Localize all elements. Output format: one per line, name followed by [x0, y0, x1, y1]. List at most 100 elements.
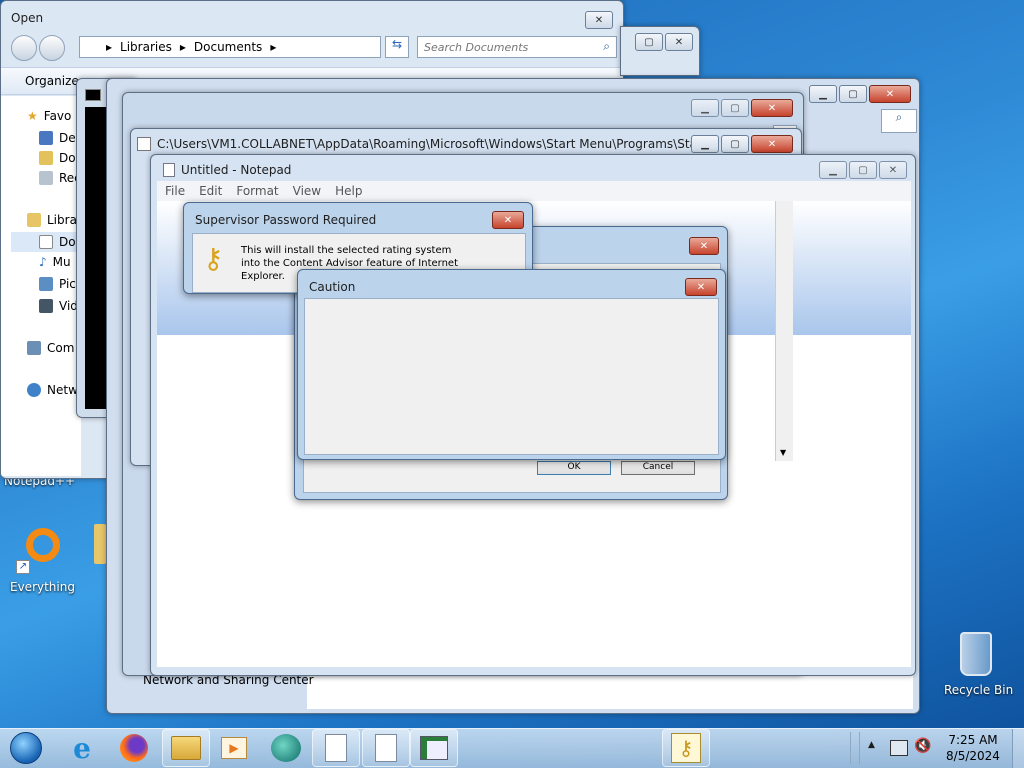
documents-icon	[39, 235, 53, 249]
close-button[interactable]: ✕	[869, 85, 911, 103]
maximize-button[interactable]: ▢	[839, 85, 867, 103]
desktop-icon	[39, 131, 53, 145]
breadcrumb-arrow: ▸	[270, 40, 277, 54]
downloads-icon	[39, 151, 53, 165]
menu-edit[interactable]: Edit	[199, 184, 222, 198]
recycle-bin-icon	[960, 632, 992, 676]
everything-label: Everything	[10, 580, 75, 594]
desktop-everything-icon[interactable]: ↗ Everything	[8, 528, 75, 598]
shortcut-arrow-icon: ↗	[16, 560, 30, 574]
dialog-title: Supervisor Password Required	[195, 213, 377, 227]
start-orb-icon	[10, 732, 42, 764]
window-title: Untitled - Notepad	[181, 163, 292, 177]
desktop-folder-icon[interactable]	[94, 524, 106, 564]
search-box[interactable]: ⌕	[881, 109, 917, 133]
close-button[interactable]: ✕	[585, 11, 613, 29]
ok-button[interactable]: OK	[537, 461, 611, 475]
taskbar-firefox[interactable]	[110, 729, 158, 767]
clock-time: 7:25 AM	[948, 733, 998, 747]
dialog-client	[304, 298, 719, 455]
menu-file[interactable]: File	[165, 184, 185, 198]
breadcrumb-arrow: ▸	[179, 40, 186, 54]
close-button[interactable]: ✕	[665, 33, 693, 51]
cancel-button[interactable]: Cancel	[621, 461, 695, 475]
taskbar-media-player[interactable]: ▶	[210, 729, 258, 767]
menu-bar: File Edit Format View Help	[157, 181, 911, 201]
volume-muted-icon[interactable]: 🔇	[914, 738, 934, 758]
close-button[interactable]: ✕	[751, 99, 793, 117]
keys-icon: ⚷	[671, 733, 701, 763]
sidebar-item-favorites[interactable]: ★ Favo	[27, 106, 71, 126]
menu-view[interactable]: View	[293, 184, 321, 198]
maximize-button[interactable]: ▢	[721, 135, 749, 153]
menu-format[interactable]: Format	[236, 184, 278, 198]
recent-icon	[39, 171, 53, 185]
organize-button[interactable]: Organize	[25, 74, 79, 88]
sidebar-item-network[interactable]: Netw	[27, 380, 78, 400]
taskbar-explorer[interactable]	[162, 729, 210, 767]
taskbar-app[interactable]	[262, 729, 310, 767]
close-button[interactable]: ✕	[879, 161, 907, 179]
notepad-icon	[325, 734, 347, 762]
search-input[interactable]	[424, 38, 594, 56]
taskbar-ie-settings[interactable]	[410, 729, 458, 767]
show-hidden-icons-button[interactable]: ▲	[868, 740, 875, 750]
sidebar-item-documents[interactable]: Do	[11, 232, 81, 252]
taskbar-notepad-1[interactable]	[312, 729, 360, 767]
close-button[interactable]: ✕	[492, 211, 524, 229]
menu-help[interactable]: Help	[335, 184, 362, 198]
minimize-button[interactable]: ▁	[691, 99, 719, 117]
minimize-button[interactable]: ▁	[819, 161, 847, 179]
star-icon: ★	[27, 109, 38, 123]
videos-icon	[39, 299, 53, 313]
dialog-title: Caution	[309, 280, 356, 294]
clock[interactable]: 7:25 AM 8/5/2024	[944, 732, 1002, 764]
sidebar-item-recent[interactable]: Rec	[39, 168, 81, 188]
search-icon: ⌕	[603, 39, 610, 53]
music-icon: ♪	[39, 255, 47, 269]
close-button[interactable]: ✕	[751, 135, 793, 153]
sidebar-item-pictures[interactable]: Pic	[39, 274, 76, 294]
computer-icon	[27, 341, 41, 355]
restore-button[interactable]: ▢	[635, 33, 663, 51]
taskbar-resize-handle[interactable]	[850, 732, 860, 764]
sidebar-item-libraries[interactable]: Libra	[27, 210, 77, 230]
scrollbar[interactable]: ▼	[775, 201, 793, 461]
explorer-icon	[171, 736, 201, 760]
sidebar-item-computer[interactable]: Com	[27, 338, 74, 358]
back-button[interactable]	[11, 35, 37, 61]
minimize-button[interactable]: ▁	[809, 85, 837, 103]
breadcrumb-arrow: ▸	[106, 40, 113, 54]
network-icon	[27, 383, 41, 397]
start-button[interactable]	[4, 729, 48, 767]
cmd-icon	[85, 89, 101, 101]
refresh-button[interactable]: ⇆	[385, 36, 409, 58]
clock-date: 8/5/2024	[946, 749, 1000, 763]
breadcrumb-libraries[interactable]: Libraries	[120, 40, 172, 54]
forward-button[interactable]	[39, 35, 65, 61]
taskbar-content-advisor[interactable]: ⚷	[662, 729, 710, 767]
window-icon	[137, 137, 151, 151]
sidebar-item-music[interactable]: ♪ Mu	[39, 252, 71, 272]
desktop-recycle-bin[interactable]: Recycle Bin	[938, 630, 1014, 700]
notepad-icon	[375, 734, 397, 762]
maximize-button[interactable]: ▢	[721, 99, 749, 117]
network-tray-icon[interactable]	[890, 740, 908, 756]
firefox-icon	[120, 734, 148, 762]
search-box[interactable]: ⌕	[417, 36, 617, 58]
sidebar-item-videos[interactable]: Vid	[39, 296, 78, 316]
close-button[interactable]: ✕	[685, 278, 717, 296]
minimize-button[interactable]: ▁	[691, 135, 719, 153]
taskbar-notepad-2[interactable]	[362, 729, 410, 767]
notepad-icon	[163, 163, 175, 177]
address-bar[interactable]: ▸ Libraries ▸ Documents ▸	[79, 36, 381, 58]
show-desktop-button[interactable]	[1012, 729, 1024, 768]
navigation-pane: ★ Favo Des Dov Rec Libra Do ♪ Mu Pic Vid C…	[1, 96, 83, 476]
taskbar-internet-explorer[interactable]: e	[58, 729, 106, 767]
everything-icon	[26, 528, 60, 562]
close-button[interactable]: ✕	[689, 237, 719, 255]
breadcrumb-documents[interactable]: Documents	[194, 40, 262, 54]
pictures-icon	[39, 277, 53, 291]
scroll-down-arrow-icon: ▼	[780, 448, 787, 457]
maximize-button[interactable]: ▢	[849, 161, 877, 179]
